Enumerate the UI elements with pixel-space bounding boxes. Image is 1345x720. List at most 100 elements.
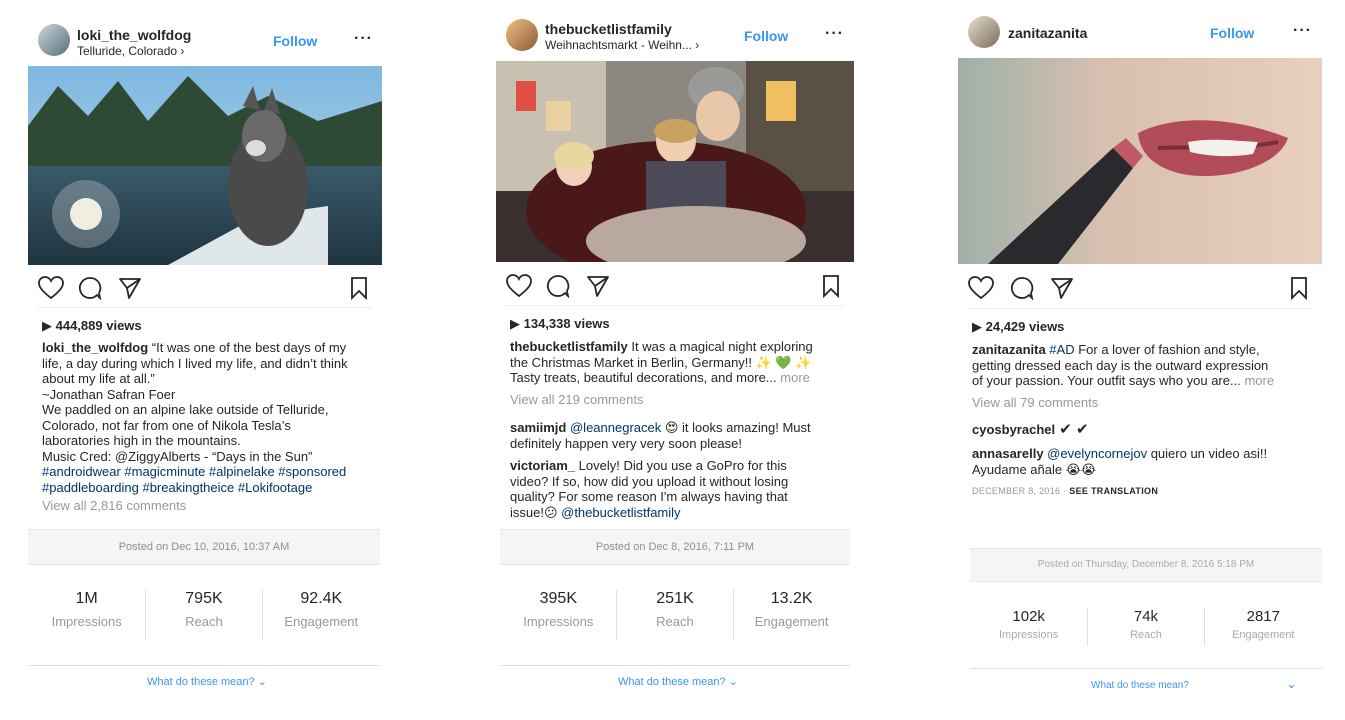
comment-text: 😍 it looks amazing! Must [661, 420, 811, 435]
hashtags[interactable]: #paddleboarding #breakingtheice #Lokifoo… [42, 480, 312, 495]
comment-text: definitely happen very very soon please! [510, 435, 742, 451]
more-link[interactable]: more [1244, 373, 1274, 388]
what-do-these-mean-link[interactable]: What do these mean? [1091, 680, 1189, 691]
hashtags[interactable]: #androidwear #magicminute #alpinelake #s… [42, 464, 346, 479]
bookmark-icon[interactable] [1290, 276, 1308, 300]
post-location[interactable]: Telluride, Colorado › [77, 44, 184, 58]
divider [262, 590, 263, 640]
caption-line: the Christmas Market in Berlin, Germany!… [510, 354, 812, 370]
caption: thebucketlistfamily It was a magical nig… [510, 339, 850, 407]
more-icon[interactable]: ··· [1293, 22, 1312, 40]
stat-value: 2817 [1246, 608, 1280, 625]
caption-line: laboratories high in the mountains. [42, 433, 241, 448]
what-do-these-mean-link[interactable]: What do these mean? ⌄ [147, 675, 267, 688]
divider [1087, 608, 1088, 646]
comment-username[interactable]: annasarelly [972, 446, 1044, 461]
posted-date: Posted on Dec 10, 2016, 10:37 AM [28, 529, 380, 565]
post-location[interactable]: Weihnachtsmarkt - Weihn... › [545, 38, 699, 52]
stat-label: Reach [656, 614, 694, 629]
divider [506, 305, 844, 306]
bookmark-icon[interactable] [822, 274, 840, 298]
caption-line: life, a day during which I lived my life… [42, 355, 348, 371]
follow-button[interactable]: Follow [744, 28, 788, 44]
stat-impressions: 1M Impressions [28, 590, 145, 629]
share-icon[interactable] [1050, 276, 1074, 300]
divider [733, 590, 734, 640]
caption-username[interactable]: zanitazanita [972, 342, 1046, 357]
stat-value: 251K [656, 590, 694, 607]
caption-username[interactable]: loki_the_wolfdog [42, 340, 148, 355]
location-label: Weihnachtsmarkt - Weihn... [545, 38, 692, 52]
comment-username[interactable]: cyosbyrachel [972, 422, 1055, 437]
what-label: What do these mean? [147, 676, 255, 688]
comment-mention[interactable]: @thebucketlistfamily [561, 505, 680, 520]
follow-button[interactable]: Follow [1210, 25, 1254, 41]
avatar[interactable] [968, 16, 1000, 48]
heart-icon[interactable] [968, 276, 994, 300]
video-thumbnail [496, 61, 854, 262]
more-icon[interactable]: ··· [825, 25, 844, 43]
caption-line: “It was one of the best days of my [148, 340, 347, 355]
stat-engagement: 13.2K Engagement [733, 590, 850, 629]
comment-username[interactable]: victoriam_ [510, 458, 575, 473]
play-icon: ▶ [510, 316, 520, 331]
more-icon[interactable]: ··· [354, 30, 373, 48]
comment-text: ✔ ✔ [1055, 421, 1089, 438]
post-username[interactable]: loki_the_wolfdog [77, 27, 191, 43]
post-username[interactable]: thebucketlistfamily [545, 21, 672, 37]
comment-text: Lovely! Did you use a GoPro for this [575, 458, 787, 473]
stat-label: Impressions [51, 614, 122, 629]
stat-label: Engagement [754, 614, 829, 629]
see-translation-link[interactable]: SEE TRANSLATION [1069, 486, 1158, 496]
stat-impressions: 102k Impressions [970, 608, 1087, 641]
heart-icon[interactable] [38, 276, 64, 300]
view-all-comments-link[interactable]: View all 79 comments [972, 395, 1098, 411]
comment-mention[interactable]: @leannegracek [570, 420, 661, 435]
more-link[interactable]: more [780, 370, 810, 385]
avatar[interactable] [506, 19, 538, 51]
chevron-down-icon: ⌄ [257, 676, 267, 688]
insights-stats: 1M Impressions 795K Reach 92.4K Engagement [28, 590, 380, 666]
follow-button[interactable]: Follow [273, 33, 317, 49]
heart-icon[interactable] [506, 274, 532, 298]
post-zanita: zanitazanita Follow ··· ▶ 24,429 views z… [958, 0, 1322, 720]
comment-icon[interactable] [78, 276, 102, 300]
post-date: DECEMBER 8, 2016 [972, 486, 1061, 496]
comment-icon[interactable] [546, 274, 570, 298]
posted-date: Posted on Dec 8, 2016, 7:11 PM [500, 529, 850, 565]
view-all-comments-link[interactable]: View all 219 comments [510, 392, 643, 408]
stat-value: 92.4K [300, 590, 343, 607]
chevron-down-icon: ⌄ [728, 676, 738, 688]
post-video[interactable] [496, 61, 854, 262]
comment-icon[interactable] [1010, 276, 1034, 300]
location-label: Telluride, Colorado [77, 44, 178, 58]
post-video[interactable] [958, 58, 1322, 264]
what-do-these-mean-link[interactable]: What do these mean? ⌄ [618, 675, 738, 688]
avatar[interactable] [38, 24, 70, 56]
action-bar [958, 276, 1322, 306]
separator-dot: · [1063, 486, 1067, 496]
caption-username[interactable]: thebucketlistfamily [510, 339, 628, 354]
divider [1204, 608, 1205, 646]
post-username[interactable]: zanitazanita [1008, 25, 1087, 41]
bookmark-icon[interactable] [350, 276, 368, 300]
view-all-comments-link[interactable]: View all 2,816 comments [42, 498, 186, 513]
caption-line: For a lover of fashion and style, [1074, 342, 1260, 357]
stat-value: 13.2K [770, 590, 813, 607]
stat-engagement: 2817 Engagement [1205, 608, 1322, 641]
caption-hashtag[interactable]: #AD [1046, 342, 1074, 357]
comment: samiimjd @leannegracek 😍 it looks amazin… [510, 420, 850, 451]
share-icon[interactable] [586, 274, 610, 298]
caption: loki_the_wolfdog “It was one of the best… [42, 340, 377, 517]
divider [616, 590, 617, 640]
stat-value: 102k [1012, 608, 1045, 625]
chevron-down-icon[interactable]: ⌄ [1286, 676, 1297, 692]
comment-mention[interactable]: @evelyncornejov [1047, 446, 1147, 461]
post-video[interactable] [28, 66, 382, 265]
post-bucketlist: thebucketlistfamily Weihnachtsmarkt - We… [496, 0, 854, 720]
share-icon[interactable] [118, 276, 142, 300]
stat-reach: 74k Reach [1087, 608, 1204, 641]
comment-username[interactable]: samiimjd [510, 420, 566, 435]
video-thumbnail [958, 58, 1322, 264]
stat-label: Impressions [999, 629, 1059, 641]
